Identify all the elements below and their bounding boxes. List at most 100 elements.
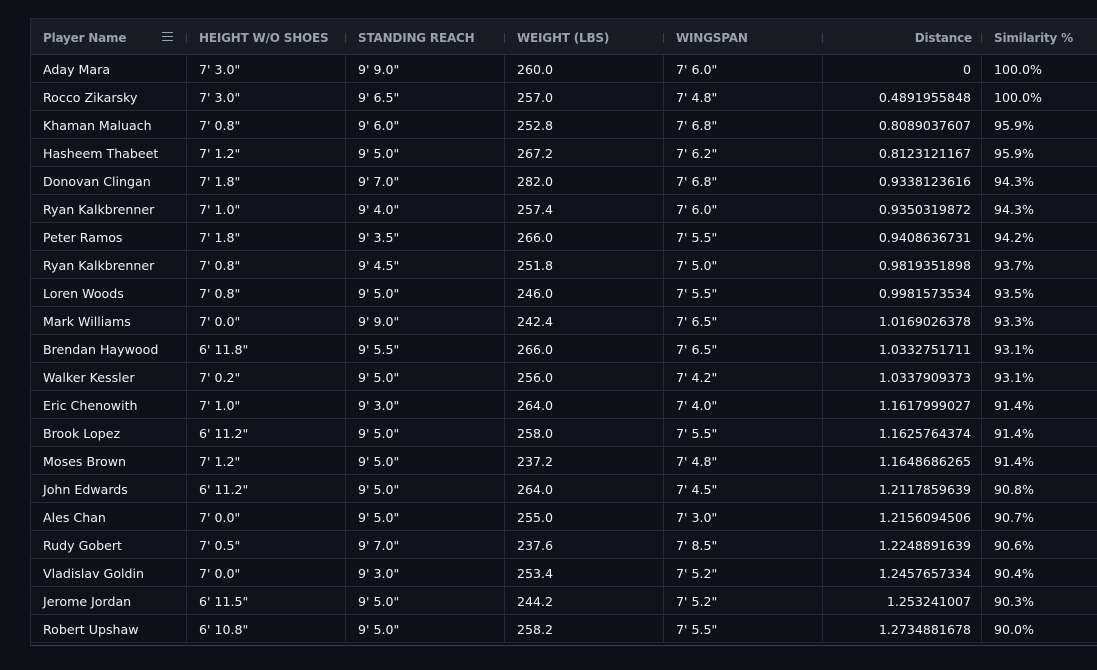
cell-weight[interactable]: 266.0 (505, 335, 664, 362)
table-row[interactable]: Eric Chenowith 7' 1.0" 9' 3.0" 264.0 7' 4.0"… (31, 391, 1097, 419)
cell-similarity[interactable]: 94.2% (982, 223, 1097, 250)
cell-similarity[interactable]: 95.9% (982, 111, 1097, 138)
cell-height[interactable]: 7' 0.8" (187, 111, 346, 138)
cell-player-name[interactable]: Ales Chan (31, 503, 187, 530)
cell-weight[interactable]: 237.6 (505, 531, 664, 558)
cell-height[interactable]: 6' 11.2" (187, 419, 346, 446)
cell-weight[interactable]: 246.0 (505, 279, 664, 306)
table-row[interactable]: Rocco Zikarsky 7' 3.0" 9' 6.5" 257.0 7' 4.8"… (31, 83, 1097, 111)
cell-standing-reach[interactable]: 9' 5.0" (346, 139, 505, 166)
cell-height[interactable]: 7' 1.8" (187, 167, 346, 194)
cell-weight[interactable]: 264.0 (505, 391, 664, 418)
cell-height[interactable]: 7' 0.8" (187, 279, 346, 306)
cell-player-name[interactable]: Peter Ramos (31, 223, 187, 250)
cell-similarity[interactable]: 94.3% (982, 195, 1097, 222)
cell-distance[interactable]: 0.8123121167 (823, 139, 982, 166)
table-row[interactable]: Ales Chan 7' 0.0" 9' 5.0" 255.0 7' 3.0" 1.215… (31, 503, 1097, 531)
column-menu-icon[interactable] (162, 32, 173, 42)
cell-similarity[interactable]: 100.0% (982, 55, 1097, 82)
cell-player-name[interactable]: Ryan Kalkbrenner (31, 251, 187, 278)
cell-height[interactable]: 6' 10.8" (187, 615, 346, 642)
cell-distance[interactable]: 0 (823, 55, 982, 82)
cell-distance[interactable]: 1.2248891639 (823, 531, 982, 558)
cell-wingspan[interactable]: 7' 5.2" (664, 559, 823, 586)
cell-wingspan[interactable]: 7' 8.5" (664, 531, 823, 558)
cell-player-name[interactable]: Mark Williams (31, 307, 187, 334)
cell-distance[interactable]: 1.2457657334 (823, 559, 982, 586)
cell-similarity[interactable]: 93.7% (982, 251, 1097, 278)
cell-height[interactable]: 7' 0.2" (187, 363, 346, 390)
table-row[interactable]: John Edwards 6' 11.2" 9' 5.0" 264.0 7' 4.5" 1… (31, 475, 1097, 503)
cell-similarity[interactable]: 90.3% (982, 587, 1097, 614)
cell-standing-reach[interactable]: 9' 7.0" (346, 531, 505, 558)
cell-player-name[interactable]: Rudy Gobert (31, 531, 187, 558)
cell-distance[interactable]: 1.1617999027 (823, 391, 982, 418)
table-row[interactable]: Hasheem Thabeet 7' 1.2" 9' 5.0" 267.2 7' 6.2… (31, 139, 1097, 167)
cell-distance[interactable]: 1.0332751711 (823, 335, 982, 362)
cell-distance[interactable]: 0.9408636731 (823, 223, 982, 250)
cell-standing-reach[interactable]: 9' 5.0" (346, 475, 505, 502)
cell-standing-reach[interactable]: 9' 5.0" (346, 419, 505, 446)
cell-player-name[interactable]: Rocco Zikarsky (31, 83, 187, 110)
cell-wingspan[interactable]: 7' 4.8" (664, 83, 823, 110)
cell-similarity[interactable]: 91.4% (982, 391, 1097, 418)
cell-player-name[interactable]: Ryan Kalkbrenner (31, 195, 187, 222)
cell-standing-reach[interactable]: 9' 5.0" (346, 503, 505, 530)
cell-weight[interactable]: 255.0 (505, 503, 664, 530)
table-row[interactable]: Loren Woods 7' 0.8" 9' 5.0" 246.0 7' 5.5" 0.9… (31, 279, 1097, 307)
cell-player-name[interactable]: Donovan Clingan (31, 167, 187, 194)
table-row[interactable]: Khaman Maluach 7' 0.8" 9' 6.0" 252.8 7' 6.8"… (31, 111, 1097, 139)
cell-distance[interactable]: 0.4891955848 (823, 83, 982, 110)
cell-similarity[interactable]: 90.6% (982, 531, 1097, 558)
cell-standing-reach[interactable]: 9' 5.0" (346, 447, 505, 474)
cell-standing-reach[interactable]: 9' 3.0" (346, 391, 505, 418)
cell-wingspan[interactable]: 7' 6.0" (664, 195, 823, 222)
cell-weight[interactable]: 264.0 (505, 475, 664, 502)
cell-weight[interactable]: 253.4 (505, 559, 664, 586)
cell-distance[interactable]: 1.2156094506 (823, 503, 982, 530)
cell-height[interactable]: 6' 11.5" (187, 587, 346, 614)
table-row[interactable]: Peter Ramos 7' 1.8" 9' 3.5" 266.0 7' 5.5" 0.9… (31, 223, 1097, 251)
cell-wingspan[interactable]: 7' 5.2" (664, 587, 823, 614)
cell-standing-reach[interactable]: 9' 9.0" (346, 307, 505, 334)
cell-wingspan[interactable]: 7' 6.2" (664, 139, 823, 166)
column-header-wingspan[interactable]: WINGSPAN (664, 19, 823, 54)
column-header-distance[interactable]: Distance (823, 19, 982, 54)
table-row[interactable]: Moses Brown 7' 1.2" 9' 5.0" 237.2 7' 4.8" 1.1… (31, 447, 1097, 475)
cell-weight[interactable]: 258.2 (505, 615, 664, 642)
cell-height[interactable]: 7' 1.0" (187, 391, 346, 418)
cell-weight[interactable]: 244.2 (505, 587, 664, 614)
cell-player-name[interactable]: Khaman Maluach (31, 111, 187, 138)
cell-similarity[interactable]: 90.7% (982, 503, 1097, 530)
table-row[interactable]: Brendan Haywood 6' 11.8" 9' 5.5" 266.0 7' 6.… (31, 335, 1097, 363)
table-row[interactable]: Walker Kessler 7' 0.2" 9' 5.0" 256.0 7' 4.2"… (31, 363, 1097, 391)
cell-distance[interactable]: 1.253241007 (823, 587, 982, 614)
cell-player-name[interactable]: Moses Brown (31, 447, 187, 474)
cell-player-name[interactable]: Brendan Haywood (31, 335, 187, 362)
cell-standing-reach[interactable]: 9' 9.0" (346, 55, 505, 82)
cell-wingspan[interactable]: 7' 6.5" (664, 335, 823, 362)
table-row[interactable]: Mark Williams 7' 0.0" 9' 9.0" 242.4 7' 6.5" 1… (31, 307, 1097, 335)
cell-distance[interactable]: 0.8089037607 (823, 111, 982, 138)
cell-height[interactable]: 7' 3.0" (187, 55, 346, 82)
table-row[interactable]: Ryan Kalkbrenner 7' 1.0" 9' 4.0" 257.4 7' 6.… (31, 195, 1097, 223)
cell-distance[interactable]: 0.9819351898 (823, 251, 982, 278)
cell-height[interactable]: 7' 0.5" (187, 531, 346, 558)
column-header-standing-reach[interactable]: STANDING REACH (346, 19, 505, 54)
table-row[interactable]: Aday Mara 7' 3.0" 9' 9.0" 260.0 7' 6.0" 0 100.… (31, 55, 1097, 83)
cell-weight[interactable]: 258.0 (505, 419, 664, 446)
cell-similarity[interactable]: 100.0% (982, 83, 1097, 110)
cell-similarity[interactable]: 90.8% (982, 475, 1097, 502)
cell-wingspan[interactable]: 7' 5.5" (664, 279, 823, 306)
cell-similarity[interactable]: 93.3% (982, 307, 1097, 334)
cell-player-name[interactable]: Walker Kessler (31, 363, 187, 390)
cell-distance[interactable]: 1.1625764374 (823, 419, 982, 446)
cell-distance[interactable]: 1.1648686265 (823, 447, 982, 474)
cell-height[interactable]: 7' 0.0" (187, 503, 346, 530)
cell-wingspan[interactable]: 7' 5.5" (664, 615, 823, 642)
cell-similarity[interactable]: 93.1% (982, 363, 1097, 390)
cell-weight[interactable]: 242.4 (505, 307, 664, 334)
cell-standing-reach[interactable]: 9' 5.0" (346, 279, 505, 306)
cell-similarity[interactable]: 93.5% (982, 279, 1097, 306)
cell-player-name[interactable]: Brook Lopez (31, 419, 187, 446)
